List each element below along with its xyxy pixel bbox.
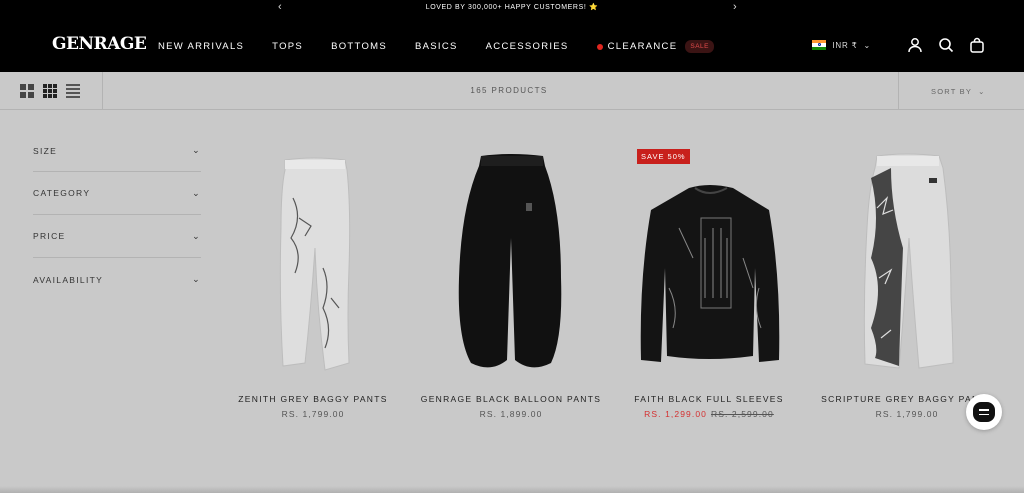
chevron-left-icon[interactable]: ‹ <box>278 0 282 14</box>
filter-label: CATEGORY <box>33 188 91 198</box>
chevron-down-icon: ⌄ <box>192 274 201 284</box>
product-count: 165 PRODUCTS <box>470 86 548 95</box>
chevron-down-icon: ⌄ <box>192 145 201 155</box>
site-header: GENRAGE NEW ARRIVALS TOPS BOTTOMS BASICS… <box>0 14 1024 72</box>
chevron-down-icon: ⌄ <box>192 230 201 241</box>
nav-accessories[interactable]: ACCESSORIES <box>486 40 569 53</box>
nav-basics[interactable]: BASICS <box>415 40 458 53</box>
sort-by-label: SORT BY <box>931 86 973 96</box>
india-flag-icon <box>812 40 827 50</box>
filter-availability[interactable]: AVAILABILITY ⌄ <box>33 258 201 301</box>
main-nav: NEW ARRIVALS TOPS BOTTOMS BASICS ACCESSO… <box>158 40 742 53</box>
filter-label: AVAILABILITY <box>33 274 104 285</box>
product-image[interactable] <box>807 148 1007 376</box>
collection-toolbar: 165 PRODUCTS SORT BY ⌄ <box>0 72 1024 110</box>
filter-price[interactable]: PRICE ⌄ <box>33 215 201 258</box>
chevron-down-icon: ⌄ <box>863 40 871 50</box>
filter-label: PRICE <box>33 231 66 241</box>
page-divider <box>0 486 1024 493</box>
live-dot-icon <box>596 43 603 50</box>
chat-widget-button[interactable] <box>966 394 1002 430</box>
nav-clearance[interactable]: CLEARANCE SALE <box>596 40 714 53</box>
product-image[interactable] <box>411 148 611 376</box>
chevron-right-icon[interactable]: › <box>733 0 737 14</box>
nav-tops[interactable]: TOPS <box>272 40 303 53</box>
sort-by-button[interactable]: SORT BY ⌄ <box>898 72 1024 110</box>
product-price: RS. 1,299.00 RS. 2,599.00 <box>609 409 809 419</box>
product-price: RS. 1,799.00 <box>281 409 345 419</box>
filter-sidebar: SIZE ⌄ CATEGORY ⌄ PRICE ⌄ AVAILABILITY ⌄ <box>33 130 201 301</box>
filter-category[interactable]: CATEGORY ⌄ <box>33 172 201 215</box>
cart-icon[interactable] <box>968 36 986 54</box>
product-image[interactable] <box>609 148 809 376</box>
announcement-text: LOVED BY 300,000+ HAPPY CUSTOMERS! ⭐ <box>425 4 599 11</box>
filter-label: SIZE <box>33 145 58 156</box>
chevron-down-icon: ⌄ <box>978 86 986 96</box>
product-name[interactable]: FAITH BLACK FULL SLEEVES <box>609 392 809 406</box>
product-name[interactable]: ZENITH GREY BAGGY PANTS <box>213 392 413 406</box>
header-actions: INR ₹ ⌄ <box>812 36 986 54</box>
chevron-down-icon: ⌄ <box>192 187 201 198</box>
brand-logo[interactable]: GENRAGE <box>52 34 147 54</box>
search-icon[interactable] <box>937 36 955 54</box>
currency-label: INR ₹ <box>832 40 858 50</box>
nav-new-arrivals[interactable]: NEW ARRIVALS <box>158 40 244 53</box>
nav-bottoms[interactable]: BOTTOMS <box>331 40 387 53</box>
product-price: RS. 1,899.00 <box>479 409 543 419</box>
product-card[interactable]: GENRAGE BLACK BALLOON PANTS RS. 1,899.00 <box>411 148 611 419</box>
sale-badge: SALE <box>685 40 714 53</box>
product-image[interactable] <box>213 148 413 376</box>
announcement-bar: ‹ LOVED BY 300,000+ HAPPY CUSTOMERS! ⭐ › <box>0 0 1024 14</box>
currency-selector[interactable]: INR ₹ ⌄ <box>832 41 871 50</box>
account-icon[interactable] <box>906 36 924 54</box>
chat-bubble-icon <box>973 402 995 422</box>
product-card[interactable]: ZENITH GREY BAGGY PANTS RS. 1,799.00 <box>213 148 413 419</box>
filter-size[interactable]: SIZE ⌄ <box>33 130 201 172</box>
nav-clearance-label: CLEARANCE <box>607 41 678 52</box>
compare-price: RS. 2,599.00 <box>711 409 774 419</box>
sale-price: RS. 1,299.00 <box>644 409 707 419</box>
product-name[interactable]: GENRAGE BLACK BALLOON PANTS <box>411 392 611 406</box>
product-card[interactable]: SCRIPTURE GREY BAGGY PANTS RS. 1,799.00 <box>807 148 1007 419</box>
product-card[interactable]: FAITH BLACK FULL SLEEVES RS. 1,299.00 RS.… <box>609 148 809 419</box>
